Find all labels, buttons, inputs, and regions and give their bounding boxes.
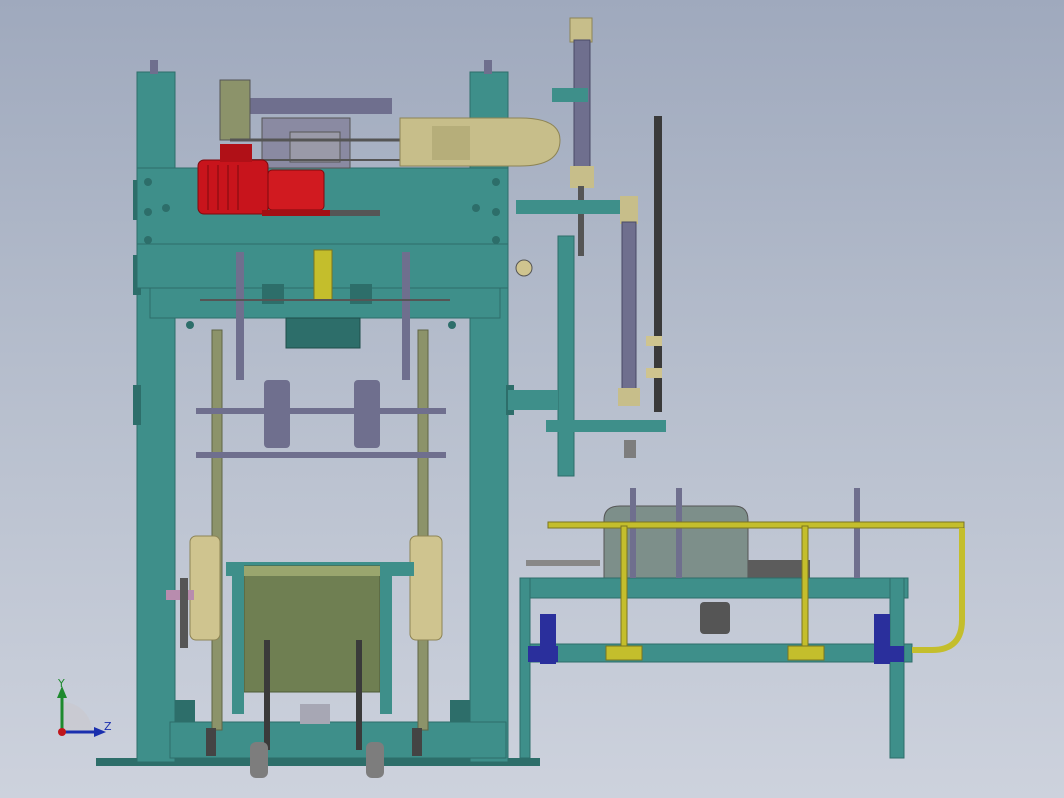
pneumatic-cylinder-assembly[interactable]: [508, 17, 666, 477]
cad-viewport[interactable]: Y Z: [0, 0, 1064, 798]
machine-assembly-model[interactable]: [0, 0, 1064, 798]
triad-y-label: Y: [57, 677, 65, 690]
triad-z-label: Z: [104, 720, 112, 733]
top-drive-assembly[interactable]: [219, 79, 561, 169]
coordinate-triad-icon: Y Z: [57, 677, 112, 737]
